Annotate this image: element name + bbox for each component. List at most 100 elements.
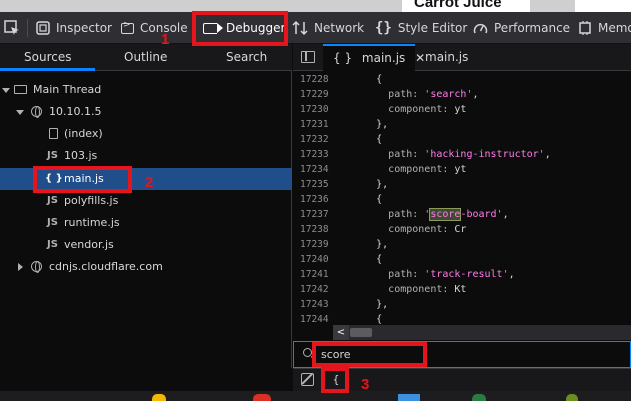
page-behind-strip: Carrot Juice bbox=[0, 0, 631, 12]
tree-item-vendor-js[interactable]: JS vendor.js bbox=[0, 234, 292, 256]
tree-item-main-thread[interactable]: Main Thread bbox=[0, 79, 292, 101]
expanded-chevron-icon bbox=[16, 110, 24, 115]
line-number[interactable]: 17231 bbox=[300, 117, 330, 132]
tree-item-label: 103.js bbox=[64, 149, 98, 162]
line-number[interactable]: 17238 bbox=[300, 222, 330, 237]
line-number[interactable]: 17242 bbox=[300, 282, 330, 297]
line-number[interactable]: 17240 bbox=[300, 252, 330, 267]
code-token: yt bbox=[454, 164, 467, 175]
taskbar-app-icon[interactable] bbox=[566, 394, 578, 401]
line-number[interactable]: 17228 bbox=[300, 72, 330, 87]
line-number[interactable]: 17229 bbox=[300, 87, 330, 102]
tab-inspector[interactable]: Inspector bbox=[36, 12, 112, 44]
scrollbar-thumb[interactable] bbox=[350, 328, 372, 337]
file-icon bbox=[49, 128, 58, 139]
tree-item-103-js[interactable]: JS 103.js bbox=[0, 145, 292, 167]
code-token: component: bbox=[388, 284, 455, 295]
horizontal-scrollbar[interactable]: < bbox=[333, 325, 631, 340]
line-number[interactable]: 17236 bbox=[300, 192, 330, 207]
tab-performance[interactable]: Performance bbox=[473, 12, 570, 44]
js-file-icon: JS bbox=[47, 217, 58, 228]
line-number[interactable]: 17239 bbox=[300, 237, 330, 252]
code-editor[interactable]: 17228 17229 17230 17231 17232 17233 17234 17235… bbox=[293, 72, 631, 325]
code-line: { bbox=[340, 72, 382, 87]
editor-tab-label: main.js bbox=[425, 50, 469, 64]
devtools-toolbar: Inspector Console Debugger Network {} St… bbox=[0, 12, 631, 44]
tree-item-label: (index) bbox=[64, 127, 103, 140]
tab-sources[interactable]: Sources bbox=[24, 44, 71, 71]
collapsed-chevron-icon bbox=[18, 263, 23, 271]
tree-item-label: polyfills.js bbox=[64, 194, 119, 207]
code-token: 'search' bbox=[424, 89, 473, 100]
tree-item-label: cdnjs.cloudflare.com bbox=[49, 260, 163, 273]
expanded-chevron-icon bbox=[2, 88, 10, 93]
line-number[interactable]: 17244 bbox=[300, 312, 330, 325]
editor-tab-main-js-pretty[interactable]: { } main.js ✕ bbox=[323, 44, 425, 71]
toggle-sources-pane-icon[interactable] bbox=[301, 51, 315, 63]
line-number[interactable]: 17243 bbox=[300, 297, 330, 312]
tab-network-label: Network bbox=[314, 21, 365, 35]
editor-tab-label: main.js bbox=[361, 51, 406, 65]
line-number[interactable]: 17241 bbox=[300, 267, 330, 282]
code-token: 'hacking-instructor' bbox=[424, 149, 545, 160]
code-line: path: 'hacking-instructor', bbox=[340, 147, 551, 162]
code-token: }, bbox=[376, 179, 389, 190]
element-picker-icon bbox=[4, 20, 19, 35]
annotation-number: 3 bbox=[361, 376, 370, 393]
tab-outline[interactable]: Outline bbox=[124, 44, 167, 71]
line-number[interactable]: 17237 bbox=[300, 207, 330, 222]
line-number[interactable]: 17233 bbox=[300, 147, 330, 162]
search-match-highlight: score bbox=[429, 208, 462, 221]
line-number[interactable]: 17234 bbox=[300, 162, 330, 177]
tab-console[interactable]: Console bbox=[121, 12, 188, 44]
code-token: }, bbox=[376, 299, 389, 310]
tree-item-index[interactable]: (index) bbox=[0, 123, 292, 145]
active-tab-indicator bbox=[0, 68, 95, 71]
search-icon bbox=[303, 348, 312, 357]
code-line: { bbox=[340, 132, 382, 147]
taskbar-app-icon[interactable] bbox=[152, 394, 166, 401]
tab-search[interactable]: Search bbox=[226, 44, 267, 71]
element-picker-button[interactable] bbox=[4, 12, 20, 44]
tree-item-runtime-js[interactable]: JS runtime.js bbox=[0, 212, 292, 234]
toolbar-separator bbox=[27, 19, 28, 37]
code-line: path: 'track-result', bbox=[340, 267, 514, 282]
network-arrows-icon bbox=[292, 20, 308, 36]
line-number[interactable]: 17230 bbox=[300, 102, 330, 117]
tab-style-editor-label: Style Editor bbox=[397, 21, 468, 35]
line-number[interactable]: 17235 bbox=[300, 177, 330, 192]
blackbox-icon[interactable] bbox=[301, 373, 314, 386]
taskbar-app-icon[interactable] bbox=[253, 394, 271, 401]
code-token: { bbox=[376, 74, 383, 85]
editor-tab-main-js[interactable]: main.js bbox=[425, 44, 468, 71]
annotation-number: 2 bbox=[145, 174, 154, 191]
taskbar-app-icon[interactable] bbox=[472, 394, 486, 401]
braces-icon: {} bbox=[375, 20, 392, 36]
tree-item-cdnjs[interactable]: cdnjs.cloudflare.com bbox=[0, 256, 292, 278]
annotation-box-search bbox=[312, 342, 427, 367]
code-line: path: 'search', bbox=[340, 87, 478, 102]
code-line: { bbox=[340, 192, 382, 207]
sources-panel-tabs: Sources Outline Search bbox=[0, 44, 292, 71]
page-content-fragment bbox=[575, 0, 631, 12]
close-icon[interactable]: ✕ bbox=[415, 51, 425, 65]
tab-network[interactable]: Network bbox=[292, 12, 364, 44]
code-token: component: bbox=[388, 104, 455, 115]
tree-item-host-10-10-1-5[interactable]: 10.10.1.5 bbox=[0, 101, 292, 123]
tree-item-polyfills-js[interactable]: JS polyfills.js bbox=[0, 190, 292, 212]
scroll-left-button[interactable]: < bbox=[333, 325, 349, 340]
line-number[interactable]: 17232 bbox=[300, 132, 330, 147]
pretty-source-icon: { } bbox=[333, 51, 353, 65]
taskbar-app-icon[interactable] bbox=[398, 394, 420, 401]
code-token: -board' bbox=[460, 209, 503, 220]
tab-memory[interactable]: Memo bbox=[578, 12, 631, 44]
tab-style-editor[interactable]: {} Style Editor bbox=[375, 12, 467, 44]
